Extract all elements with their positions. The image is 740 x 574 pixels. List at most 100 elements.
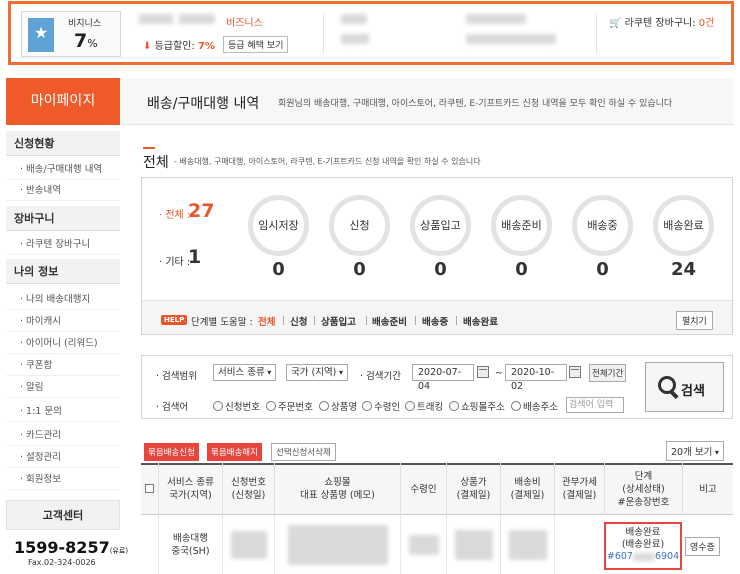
sidebar-item-imoney[interactable]: 아이머니 (리워드) [6, 333, 120, 354]
business-label: 비즈니스 [226, 18, 263, 29]
member-grade-banner: ★ 비지니스 7% 비즈니스 ⬇ 등급할인: 7% 등급 혜택 보기 🛒 라쿠텐… [8, 1, 734, 65]
bulk-ship-request-button[interactable]: 묶음배송신청 [144, 443, 199, 461]
tracking-prefix: #607 [606, 551, 633, 562]
sidebar-item-card-management[interactable]: 카드관리 [6, 425, 120, 446]
stage-circle-shipping[interactable]: 배송중 [572, 195, 633, 256]
row-product-price [446, 515, 500, 574]
date-from-input[interactable]: 2020-07-04 [412, 364, 474, 392]
help-badge: HELP [161, 315, 188, 325]
row-duties [554, 515, 604, 574]
delete-selected-button[interactable]: 선택신청서삭제 [271, 443, 336, 461]
radio-request-number[interactable]: 신청번호 [213, 399, 260, 413]
help-step-shipping[interactable]: 배송중 [422, 314, 448, 328]
expand-button[interactable]: 펼치기 [676, 311, 713, 330]
help-step-request[interactable]: 신청 [290, 314, 307, 328]
radio-mall-address[interactable]: 쇼핑몰주소 [449, 399, 505, 413]
country-select[interactable]: 국가 (지역) [286, 364, 348, 381]
help-step-preparing[interactable]: 배송준비 [372, 314, 407, 328]
search-button-label: 검색 [681, 384, 705, 399]
grade-label: 비지니스 [68, 19, 102, 29]
rakuten-cart-count[interactable]: 🛒 라쿠텐 장바구니: 0건 [609, 14, 714, 29]
col-stage: 단계 (상세상태) #운송장번호 [604, 463, 682, 515]
phone-number: 1599-8257 [14, 538, 110, 557]
total-count[interactable]: 27 [188, 200, 214, 222]
date-separator: ~ [495, 368, 503, 379]
sidebar-item-return-history[interactable]: 반송내역 [6, 180, 120, 201]
row-product-name[interactable] [274, 515, 400, 574]
sidebar-section-cart: 장바구니 [6, 206, 120, 231]
redacted-info [341, 14, 367, 24]
radio-tracking[interactable]: 트래킹 [405, 399, 443, 413]
section-accent [143, 147, 155, 149]
phone-suffix: (유료) [109, 547, 129, 555]
all-period-button[interactable]: 전체기간 [589, 364, 627, 382]
row-stage-status[interactable]: 배송완료 (배송완료) #607 6904 [604, 522, 682, 570]
discount-arrow-icon: ⬇ [143, 41, 152, 52]
user-name-redacted [139, 14, 173, 24]
help-step-received[interactable]: 상품입고 [321, 314, 356, 328]
search-period-label: · 검색기간 [360, 371, 401, 382]
stage-circle-temp-save[interactable]: 임시저장 [248, 195, 309, 256]
tracking-number[interactable]: #607 6904 [606, 551, 680, 563]
customer-center-phone: 1599-8257(유료) [14, 538, 128, 557]
etc-count[interactable]: 1 [188, 246, 201, 268]
stage-circle-request[interactable]: 신청 [329, 195, 390, 256]
select-all-checkbox[interactable] [145, 484, 154, 493]
customer-center-title: 고객센터 [6, 500, 120, 530]
stage-circle-delivered[interactable]: 배송완료 [653, 195, 714, 256]
grade-percent: 7% [74, 30, 98, 52]
grade-percent-unit: % [87, 37, 98, 50]
col-recipient: 수령인 [400, 463, 446, 515]
redacted-request-number [230, 530, 267, 559]
bulk-ship-cancel-button[interactable]: 묶음배송해지 [207, 443, 262, 461]
sidebar-item-rakuten-cart[interactable]: 라쿠텐 장바구니 [6, 234, 120, 255]
sidebar-item-my-cash[interactable]: 마이캐시 [6, 311, 120, 332]
sidebar-section-status: 신청현황 [6, 131, 120, 156]
tracking-suffix: 6904 [654, 551, 680, 562]
date-to-input[interactable]: 2020-10-02 [505, 364, 567, 392]
redacted-price [454, 529, 493, 560]
calendar-icon[interactable] [569, 366, 581, 378]
sidebar-item-notifications[interactable]: 알림 [6, 377, 120, 398]
stage-count-preparing: 0 [515, 259, 528, 280]
stage-count-shipping: 0 [596, 259, 609, 280]
banner-divider [596, 14, 597, 54]
help-step-delivered[interactable]: 배송완료 [463, 314, 498, 328]
cart-label: 라쿠텐 장바구니: [624, 18, 696, 29]
sidebar-item-shipping-history[interactable]: 배송/구매대행 내역 [6, 159, 120, 180]
radio-shipping-address[interactable]: 배송주소 [511, 399, 558, 413]
sidebar-item-member-info[interactable]: 회원정보 [6, 469, 120, 490]
calendar-icon[interactable] [477, 366, 489, 378]
service-type-select[interactable]: 서비스 종류 [213, 364, 277, 381]
page-description: 회원님의 배송대행, 구매대행, 아이스토어, 라쿠텐, E-기프트카드 신청 … [278, 99, 673, 109]
help-divider [283, 316, 284, 325]
help-step-all[interactable]: 전체 [258, 314, 275, 328]
grade-star-icon: ★ [28, 18, 54, 52]
keyword-label: · 검색어 [156, 402, 189, 413]
keyword-input[interactable]: 검색어 입력 [566, 397, 624, 413]
stage-count-delivered: 24 [670, 259, 697, 280]
sidebar-item-settings[interactable]: 설정관리 [6, 447, 120, 468]
col-note: 비고 [682, 463, 733, 515]
stage-count-temp-save: 0 [272, 259, 285, 280]
stage-count-request: 0 [353, 259, 366, 280]
per-page-select[interactable]: 20개 보기 [666, 441, 724, 461]
row-service-type: 배송대행 중국(SH) [158, 515, 222, 574]
row-request-number[interactable] [222, 515, 274, 574]
search-range-label: · 검색범위 [156, 371, 197, 382]
total-label: · 전체 : [159, 210, 191, 221]
stage-count-received: 0 [434, 259, 447, 280]
stage-circle-preparing[interactable]: 배송준비 [491, 195, 552, 256]
sidebar-item-inquiry[interactable]: 1:1 문의 [6, 401, 120, 422]
mypage-title[interactable]: 마이페이지 [6, 78, 120, 125]
radio-product-name[interactable]: 상품명 [319, 399, 357, 413]
sidebar-section-my-info: 나의 정보 [6, 259, 120, 284]
receipt-button[interactable]: 영수증 [685, 537, 720, 556]
radio-order-number[interactable]: 주문번호 [266, 399, 313, 413]
radio-recipient[interactable]: 수령인 [362, 399, 400, 413]
grade-benefit-button[interactable]: 등급 혜택 보기 [223, 36, 289, 53]
sidebar-item-my-address[interactable]: 나의 배송대행지 [6, 289, 120, 310]
sidebar-item-coupons[interactable]: 쿠폰함 [6, 355, 120, 376]
stage-circle-received[interactable]: 상품입고 [410, 195, 471, 256]
cart-count: 0건 [698, 18, 715, 29]
